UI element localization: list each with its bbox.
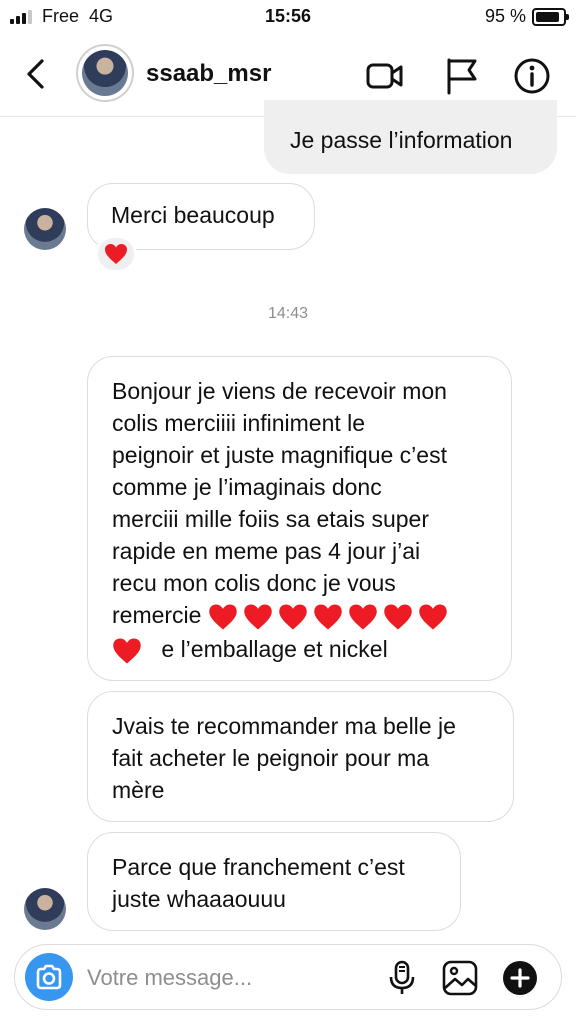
heart-icon bbox=[209, 604, 237, 630]
message-composer: Votre message... bbox=[14, 944, 562, 1010]
flag-icon[interactable] bbox=[442, 56, 482, 96]
heart-icon bbox=[244, 604, 272, 630]
sender-avatar[interactable] bbox=[24, 888, 66, 930]
message-line: merciii mille foiis sa etais super bbox=[112, 506, 429, 532]
message-line: peignoir et juste magnifique c’est bbox=[112, 442, 447, 468]
message-line: e l’emballage et nickel bbox=[112, 633, 511, 667]
avatar-image bbox=[82, 50, 128, 96]
profile-avatar[interactable] bbox=[76, 44, 134, 102]
camera-icon bbox=[36, 964, 62, 990]
message-text: Parce que franchement c’est juste whaaao… bbox=[112, 854, 405, 912]
heart-icon bbox=[419, 604, 447, 630]
message-text: Merci beaucoup bbox=[111, 202, 275, 228]
reaction-badge[interactable] bbox=[95, 235, 137, 273]
message-line: comme je l’imaginais donc bbox=[112, 474, 382, 500]
heart-icon bbox=[113, 638, 141, 664]
message-word: remercie bbox=[112, 602, 202, 628]
heart-icon bbox=[105, 244, 127, 264]
heart-emoji-row bbox=[112, 636, 147, 664]
message-word: e l’emballage et nickel bbox=[161, 636, 388, 662]
chat-username[interactable]: ssaab_msr bbox=[146, 60, 271, 88]
message-line: Bonjour je viens de recevoir mon bbox=[112, 378, 447, 404]
microphone-icon[interactable] bbox=[383, 959, 421, 997]
back-icon[interactable] bbox=[20, 56, 54, 92]
message-input[interactable]: Votre message... bbox=[87, 965, 252, 991]
battery-percent: 95 % bbox=[484, 6, 526, 26]
message-line: colis merciiii infiniment le bbox=[112, 410, 366, 436]
message-timestamp: 14:43 bbox=[267, 305, 309, 322]
message-text: Je passe l’information bbox=[290, 127, 513, 153]
heart-icon bbox=[279, 604, 307, 630]
message-line: remercie bbox=[112, 599, 511, 633]
message-incoming[interactable]: Bonjour je viens de recevoir mon colis m… bbox=[87, 356, 512, 681]
heart-emoji-row bbox=[208, 602, 453, 630]
gallery-icon[interactable] bbox=[441, 959, 479, 997]
battery-icon bbox=[532, 8, 569, 26]
heart-icon bbox=[349, 604, 377, 630]
message-text: Jvais te recommander ma belle je fait ac… bbox=[112, 713, 456, 803]
info-icon[interactable] bbox=[512, 56, 552, 96]
plus-icon[interactable] bbox=[501, 959, 539, 997]
message-line: recu mon colis donc je vous bbox=[112, 570, 396, 596]
camera-button[interactable] bbox=[25, 953, 73, 1001]
heart-icon bbox=[384, 604, 412, 630]
message-line: rapide en meme pas 4 jour j’ai bbox=[112, 538, 421, 564]
message-incoming[interactable]: Jvais te recommander ma belle je fait ac… bbox=[87, 691, 514, 822]
message-outgoing[interactable]: Je passe l’information bbox=[264, 100, 557, 174]
message-incoming[interactable]: Parce que franchement c’est juste whaaao… bbox=[87, 832, 461, 931]
video-call-icon[interactable] bbox=[364, 56, 404, 96]
heart-icon bbox=[314, 604, 342, 630]
sender-avatar[interactable] bbox=[24, 208, 66, 250]
status-bar: Free 4G 15:56 95 % bbox=[0, 0, 576, 34]
